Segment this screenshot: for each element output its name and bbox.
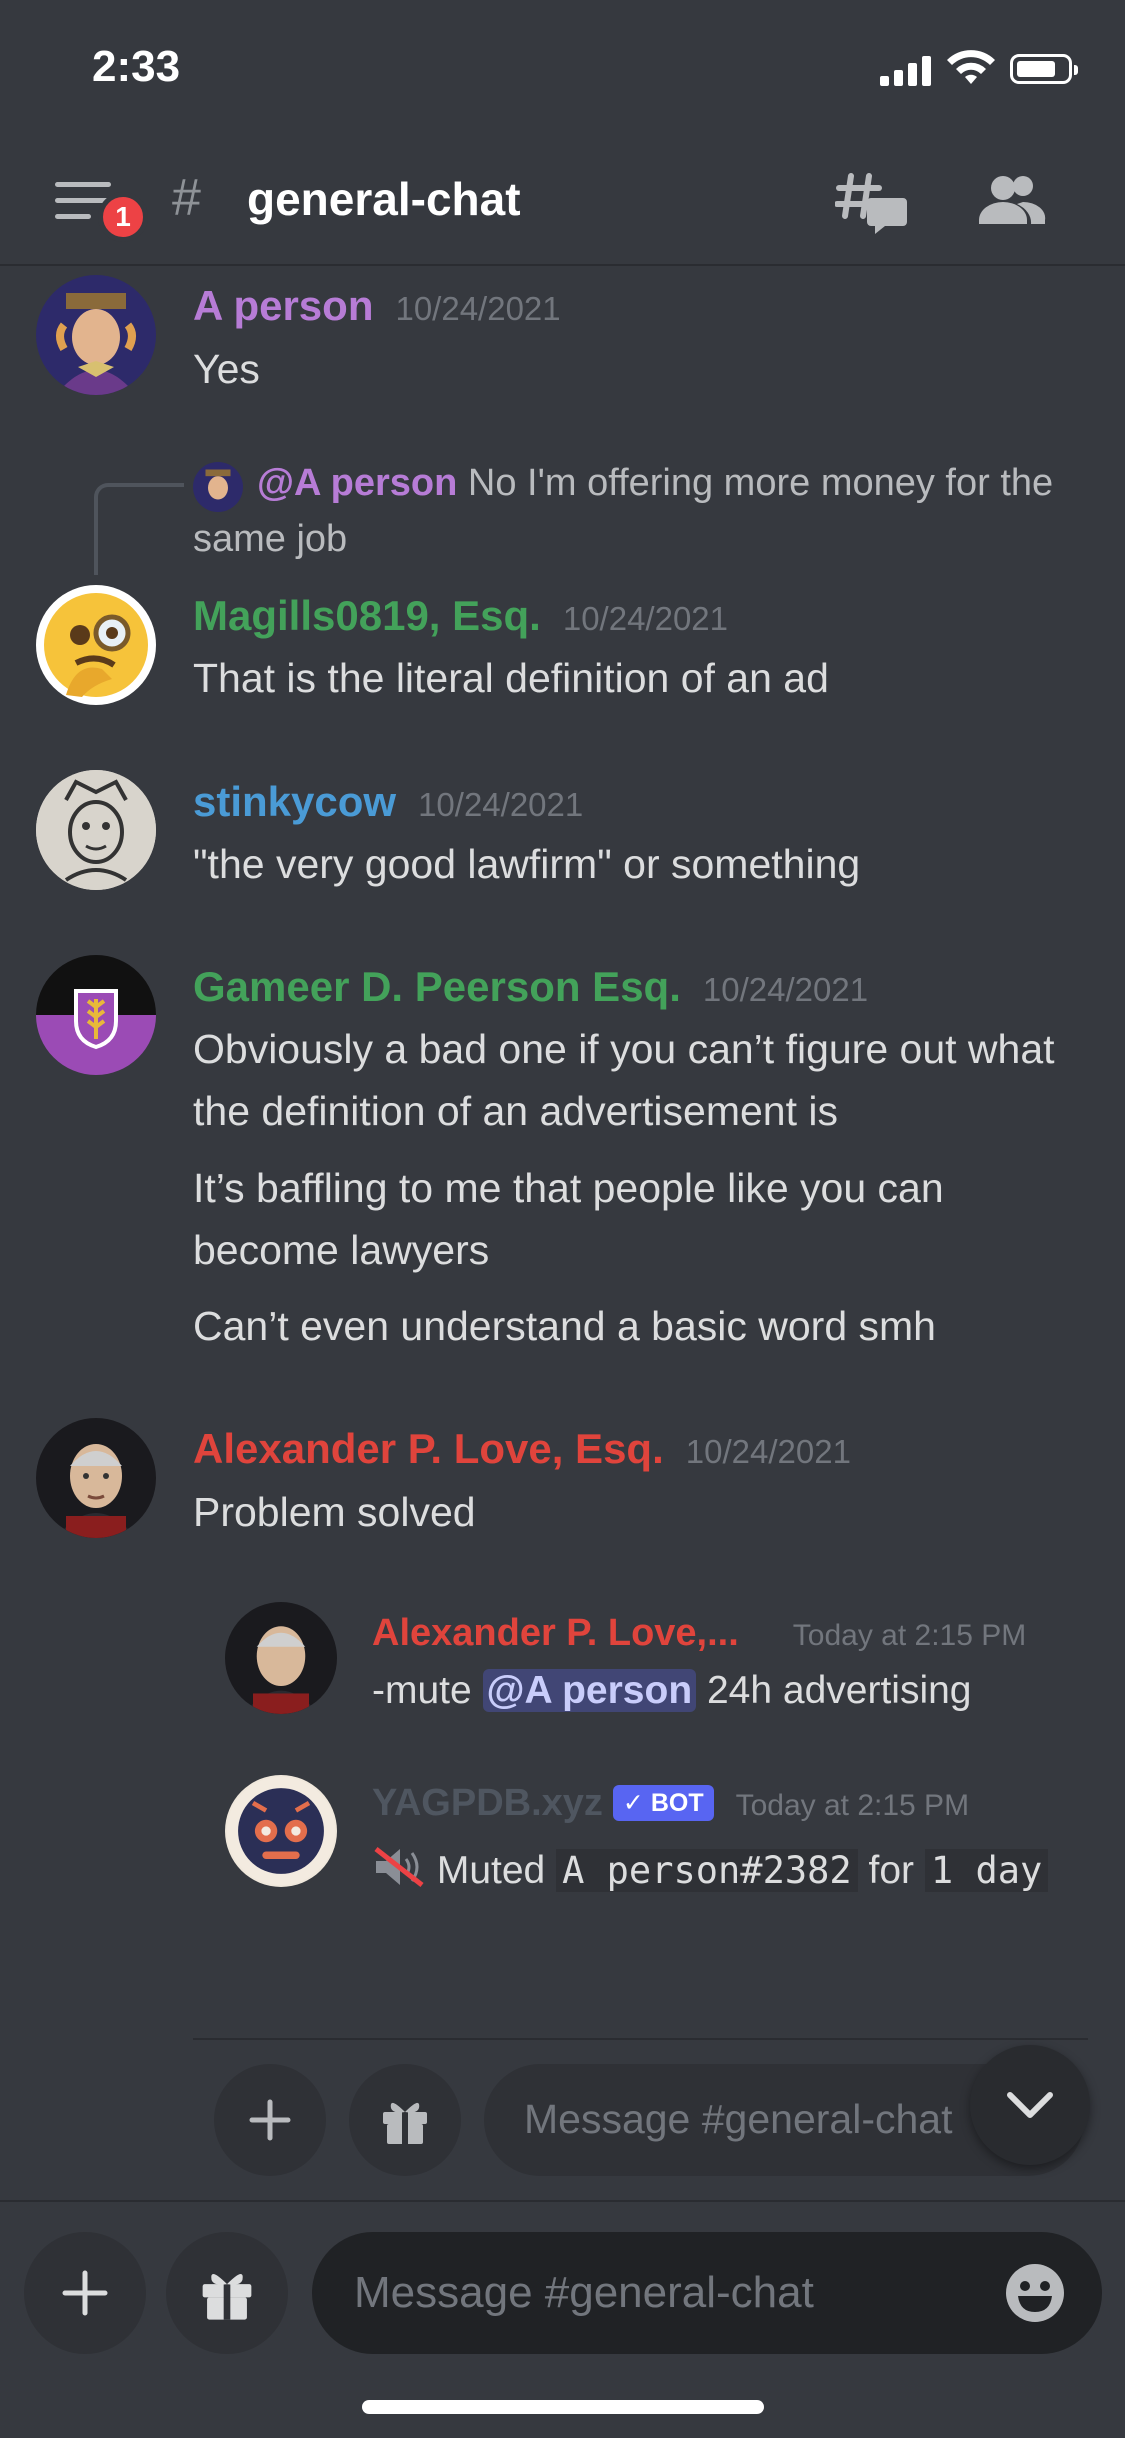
channel-header: 1 # general-chat <box>0 140 1125 266</box>
embedded-username: Alexander P. Love,... <box>372 1612 739 1654</box>
avatar[interactable] <box>36 585 156 705</box>
embedded-input-placeholder: Message #general-chat <box>524 2096 953 2142</box>
unread-badge: 1 <box>98 192 148 242</box>
bot-timestamp: Today at 2:15 PM <box>735 1789 970 1822</box>
message-text: Problem solved <box>193 1489 476 1535</box>
muted-speaker-icon <box>372 1845 426 1887</box>
bot-avatar <box>225 1775 337 1887</box>
avatar[interactable] <box>36 275 156 395</box>
avatar[interactable] <box>36 770 156 890</box>
reply-mention[interactable]: @A person <box>257 462 457 504</box>
message-text: Obviously a bad one if you can’t figure … <box>193 1026 1055 1134</box>
username[interactable]: stinkycow <box>193 778 396 825</box>
members-icon[interactable] <box>975 170 1047 234</box>
bot-message-text: Muted A person#2382 for 1 day <box>372 1842 1052 1900</box>
timestamp: 10/24/2021 <box>562 600 729 637</box>
username[interactable]: A person <box>193 282 373 329</box>
message-input[interactable]: Message #general-chat <box>312 2232 1102 2354</box>
message-text: "the very good lawfirm" or something <box>193 841 861 887</box>
gift-button[interactable] <box>166 2232 288 2354</box>
bot-username: YAGPDB.xyz <box>372 1782 603 1824</box>
username[interactable]: Magills0819, Esq. <box>193 592 541 639</box>
muted-label: Muted <box>436 1849 546 1892</box>
plus-icon <box>62 2270 108 2316</box>
embedded-divider <box>193 2038 1088 2040</box>
threads-icon[interactable] <box>835 170 907 234</box>
avatar[interactable] <box>36 1418 156 1538</box>
chevron-down-icon <box>1007 2092 1053 2118</box>
emoji-icon[interactable] <box>1004 2262 1066 2324</box>
scroll-down-button[interactable] <box>970 2045 1090 2165</box>
battery-icon <box>1010 54 1078 84</box>
message-text: Yes <box>193 346 260 392</box>
username[interactable]: Gameer D. Peerson Esq. <box>193 963 681 1010</box>
mention: @A person <box>482 1669 697 1712</box>
embedded-add-icon <box>214 2064 326 2176</box>
add-attachment-button[interactable] <box>24 2232 146 2354</box>
embedded-message-text: -mute @A person 24h advertising <box>372 1660 1072 1722</box>
timestamp: 10/24/2021 <box>685 1433 851 1470</box>
timestamp: 10/24/2021 <box>395 290 561 327</box>
reply-connector <box>94 483 184 575</box>
duration-code: 1 day <box>924 1849 1049 1892</box>
embedded-avatar <box>225 1602 337 1714</box>
command-suffix: 24h advertising <box>696 1669 972 1712</box>
embedded-gift-icon <box>349 2064 461 2176</box>
message-text: That is the literal definition of an ad <box>193 655 829 701</box>
bot-tag: ✓ BOT <box>612 1785 714 1821</box>
signal-icon <box>880 56 932 86</box>
home-indicator[interactable] <box>362 2400 764 2414</box>
message-text: Can’t even understand a basic word smh <box>193 1303 936 1349</box>
for-label: for <box>868 1849 915 1892</box>
channel-hash-icon: # <box>172 169 201 227</box>
timestamp: 10/24/2021 <box>418 786 584 823</box>
username[interactable]: Alexander P. Love, Esq. <box>193 1425 664 1472</box>
avatar[interactable] <box>36 955 156 1075</box>
channel-title[interactable]: general-chat <box>247 172 521 226</box>
embedded-timestamp: Today at 2:15 PM <box>792 1619 1027 1652</box>
command-prefix: -mute <box>372 1669 483 1712</box>
message-input-placeholder: Message #general-chat <box>354 2268 814 2317</box>
status-time: 2:33 <box>92 42 181 91</box>
status-bar: 2:33 <box>0 0 1125 140</box>
timestamp: 10/24/2021 <box>702 971 869 1008</box>
message-text: It’s baffling to me that people like you… <box>193 1165 944 1273</box>
muted-user-code: A person#2382 <box>556 1849 858 1892</box>
wifi-icon <box>947 50 995 84</box>
gift-icon <box>202 2274 252 2320</box>
reply-preview[interactable]: @A person No I'm offering more money for… <box>193 455 1093 567</box>
